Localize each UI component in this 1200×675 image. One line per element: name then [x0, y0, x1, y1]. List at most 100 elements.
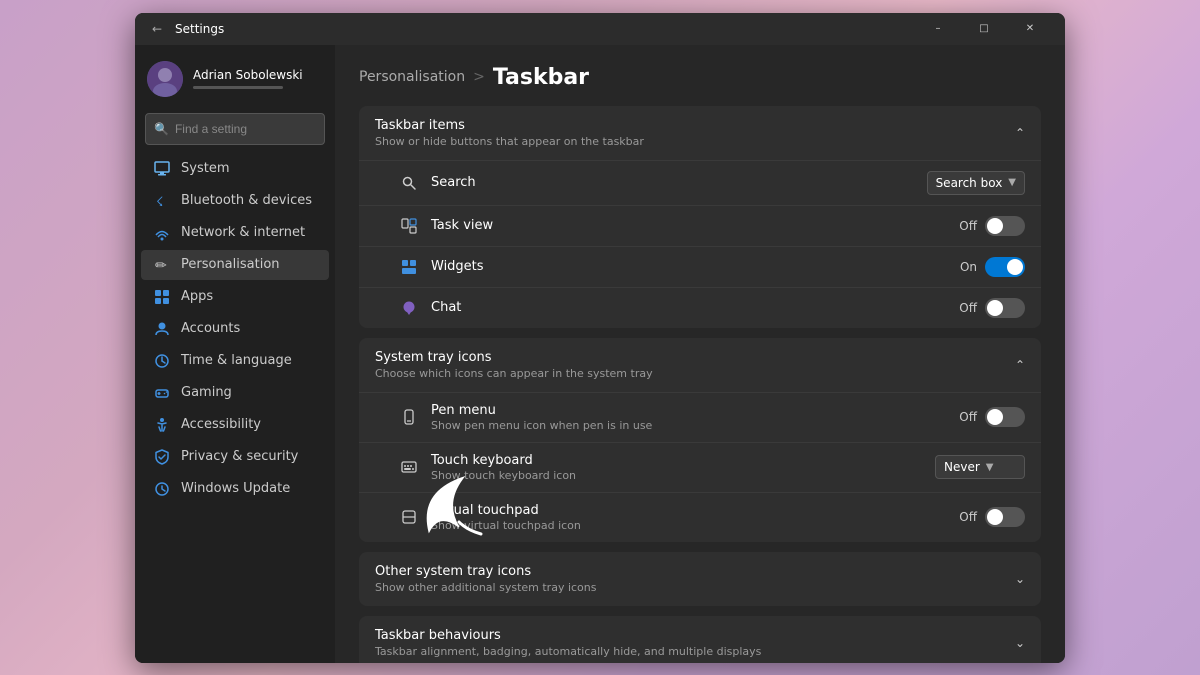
search-item-title: Search [431, 175, 927, 190]
breadcrumb-separator: > [473, 69, 485, 85]
other-icons-header[interactable]: Other system tray icons Show other addit… [359, 552, 1041, 606]
update-icon [153, 480, 171, 498]
back-button[interactable]: ← [147, 19, 167, 39]
search-icon: 🔍 [154, 122, 169, 136]
sidebar-item-windows-update[interactable]: Windows Update [141, 474, 329, 504]
sidebar-item-bluetooth[interactable]: ☇ Bluetooth & devices [141, 186, 329, 216]
user-info: Adrian Sobolewski [193, 68, 303, 89]
system-icon [153, 160, 171, 178]
other-icons-title: Other system tray icons [375, 564, 597, 579]
sidebar-item-gaming-label: Gaming [181, 385, 232, 400]
search-box[interactable]: 🔍 [145, 113, 325, 145]
window-title: Settings [175, 22, 915, 36]
search-input[interactable] [175, 122, 330, 136]
maximize-button[interactable]: □ [961, 13, 1007, 45]
system-tray-title: System tray icons [375, 350, 653, 365]
sidebar-item-bluetooth-label: Bluetooth & devices [181, 193, 312, 208]
window-controls: – □ ✕ [915, 13, 1053, 45]
sidebar-item-apps-label: Apps [181, 289, 213, 304]
touch-keyboard-icon [399, 457, 419, 477]
task-view-toggle[interactable] [985, 216, 1025, 236]
sidebar-item-windows-update-label: Windows Update [181, 481, 290, 496]
widgets-title: Widgets [431, 259, 960, 274]
minimize-button[interactable]: – [915, 13, 961, 45]
sidebar-item-apps[interactable]: Apps [141, 282, 329, 312]
toggle-thumb [1007, 259, 1023, 275]
avatar [147, 61, 183, 97]
sidebar-item-accounts[interactable]: Accounts [141, 314, 329, 344]
taskbar-items-chevron: ⌃ [1015, 126, 1025, 140]
sidebar-item-privacy-label: Privacy & security [181, 449, 298, 464]
titlebar: ← Settings – □ ✕ [135, 13, 1065, 45]
bluetooth-icon: ☇ [153, 192, 171, 210]
search-item-control: Search box ▼ [927, 171, 1025, 195]
search-dropdown[interactable]: Search box ▼ [927, 171, 1025, 195]
pen-menu-control: Off [959, 407, 1025, 427]
privacy-icon [153, 448, 171, 466]
touch-keyboard-dropdown-value: Never [944, 460, 980, 474]
pen-menu-icon [399, 407, 419, 427]
toggle-thumb [987, 218, 1003, 234]
taskbar-behaviours-header[interactable]: Taskbar behaviours Taskbar alignment, ba… [359, 616, 1041, 663]
user-name: Adrian Sobolewski [193, 68, 303, 82]
touch-keyboard-dropdown[interactable]: Never ▼ [935, 455, 1025, 479]
pen-menu-title: Pen menu [431, 403, 959, 418]
pen-menu-toggle[interactable] [985, 407, 1025, 427]
taskbar-items-title: Taskbar items [375, 118, 644, 133]
sidebar-item-accessibility-label: Accessibility [181, 417, 261, 432]
sidebar: Adrian Sobolewski 🔍 System ☇ Bluetoot [135, 45, 335, 663]
chat-title: Chat [431, 300, 959, 315]
other-icons-header-left: Other system tray icons Show other addit… [375, 564, 597, 594]
sidebar-item-time-label: Time & language [181, 353, 292, 368]
sidebar-item-network[interactable]: Network & internet [141, 218, 329, 248]
chevron-down-icon: ▼ [1008, 177, 1016, 188]
virtual-touchpad-toggle-label: Off [959, 510, 977, 524]
task-view-title: Task view [431, 218, 959, 233]
widgets-toggle[interactable] [985, 257, 1025, 277]
breadcrumb-current: Taskbar [493, 65, 589, 90]
task-view-item-row: Task view Off [359, 205, 1041, 246]
chat-toggle[interactable] [985, 298, 1025, 318]
time-icon [153, 352, 171, 370]
taskbar-behaviours-chevron: ⌄ [1015, 636, 1025, 650]
widgets-toggle-label: On [960, 260, 977, 274]
other-icons-subtitle: Show other additional system tray icons [375, 581, 597, 594]
touch-keyboard-control: Never ▼ [935, 455, 1025, 479]
search-item-icon [399, 173, 419, 193]
pen-menu-row: Pen menu Show pen menu icon when pen is … [359, 392, 1041, 442]
user-subtitle [193, 86, 283, 89]
task-view-icon [399, 216, 419, 236]
user-section[interactable]: Adrian Sobolewski [135, 53, 335, 109]
toggle-thumb [987, 509, 1003, 525]
sidebar-item-time[interactable]: Time & language [141, 346, 329, 376]
pen-menu-text: Pen menu Show pen menu icon when pen is … [431, 403, 959, 432]
sidebar-item-system-label: System [181, 161, 229, 176]
widgets-item-row: Widgets On [359, 246, 1041, 287]
pen-menu-desc: Show pen menu icon when pen is in use [431, 419, 959, 432]
sidebar-item-accessibility[interactable]: Accessibility [141, 410, 329, 440]
virtual-touchpad-text: Virtual touchpad Show virtual touchpad i… [431, 503, 959, 532]
apps-icon [153, 288, 171, 306]
sidebar-item-personalisation[interactable]: ✏ Personalisation [141, 250, 329, 280]
other-icons-section: Other system tray icons Show other addit… [359, 552, 1041, 606]
taskbar-items-header[interactable]: Taskbar items Show or hide buttons that … [359, 106, 1041, 160]
task-view-toggle-label: Off [959, 219, 977, 233]
system-tray-header[interactable]: System tray icons Choose which icons can… [359, 338, 1041, 392]
virtual-touchpad-icon [399, 507, 419, 527]
chat-item-row: Chat Off [359, 287, 1041, 328]
close-button[interactable]: ✕ [1007, 13, 1053, 45]
sidebar-item-privacy[interactable]: Privacy & security [141, 442, 329, 472]
virtual-touchpad-toggle[interactable] [985, 507, 1025, 527]
accounts-icon [153, 320, 171, 338]
sidebar-item-accounts-label: Accounts [181, 321, 240, 336]
sidebar-item-system[interactable]: System [141, 154, 329, 184]
settings-window: ← Settings – □ ✕ Adrian Sobolewski [135, 13, 1065, 663]
network-icon [153, 224, 171, 242]
search-item-text: Search [431, 175, 927, 190]
taskbar-behaviours-title: Taskbar behaviours [375, 628, 761, 643]
touch-keyboard-text: Touch keyboard Show touch keyboard icon [431, 453, 935, 482]
breadcrumb-parent[interactable]: Personalisation [359, 69, 465, 85]
sidebar-item-gaming[interactable]: Gaming [141, 378, 329, 408]
sidebar-item-personalisation-label: Personalisation [181, 257, 280, 272]
chat-text: Chat [431, 300, 959, 315]
